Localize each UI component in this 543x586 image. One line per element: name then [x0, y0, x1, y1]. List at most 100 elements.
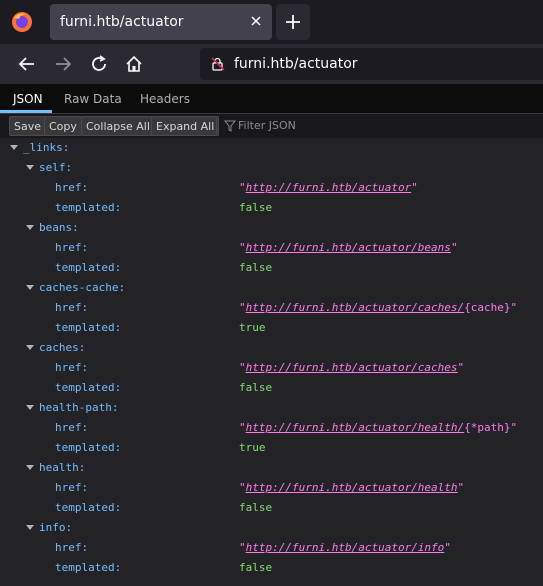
save-button[interactable]: Save: [9, 116, 47, 136]
tree-row-object[interactable]: self:: [0, 158, 543, 178]
json-key: href:: [55, 181, 89, 194]
json-string-value: "http://furni.htb/actuator/health": [239, 481, 465, 494]
tree-row-href[interactable]: href: "http://furni.htb/actuator/health": [0, 478, 543, 498]
reload-icon[interactable]: [88, 53, 110, 75]
expand-all-button[interactable]: Expand All: [151, 116, 220, 136]
json-string-value: "http://furni.htb/actuator/caches/{cache…: [239, 301, 518, 314]
expand-toggle-icon[interactable]: [26, 405, 34, 410]
url-text: furni.htb/actuator: [234, 56, 358, 72]
browser-tab-active[interactable]: furni.htb/actuator: [50, 4, 272, 40]
json-key: templated:: [55, 261, 122, 274]
viewer-tabs: JSON Raw Data Headers: [0, 85, 543, 114]
url-bar[interactable]: furni.htb/actuator: [200, 48, 543, 80]
json-boolean-value: false: [239, 501, 273, 514]
json-string-value: "http://furni.htb/actuator": [239, 181, 418, 194]
tree-row-templated[interactable]: templated: false: [0, 558, 543, 578]
tree-row-object[interactable]: beans:: [0, 218, 543, 238]
tree-row-templated[interactable]: templated: false: [0, 198, 543, 218]
json-boolean-value: false: [239, 201, 273, 214]
filter-json-input[interactable]: Filter JSON: [238, 119, 296, 132]
collapse-all-button[interactable]: Collapse All: [81, 116, 155, 136]
tab-headers[interactable]: Headers: [140, 92, 190, 106]
tree-row-href[interactable]: href: "http://furni.htb/actuator/info": [0, 538, 543, 558]
json-key: health-path:: [39, 401, 119, 414]
insecure-lock-icon[interactable]: [210, 56, 226, 72]
tree-row-object[interactable]: info:: [0, 518, 543, 538]
json-toolbar: Save Copy Collapse All Expand All Filter…: [0, 114, 543, 139]
tab-raw-data[interactable]: Raw Data: [64, 92, 122, 106]
close-icon[interactable]: [248, 13, 264, 29]
json-key: templated:: [55, 381, 122, 394]
json-boolean-value: false: [239, 261, 273, 274]
tree-row-href[interactable]: href: "http://furni.htb/actuator/health/…: [0, 418, 543, 438]
json-key: templated:: [55, 561, 122, 574]
href-link[interactable]: http://furni.htb/actuator/info: [246, 541, 445, 554]
json-boolean-value: false: [239, 381, 273, 394]
href-link[interactable]: http://furni.htb/actuator: [246, 181, 412, 194]
tree-row-object[interactable]: caches:: [0, 338, 543, 358]
json-tree: _links: self: href: "http://furni.htb/ac…: [0, 138, 543, 586]
json-key: href:: [55, 301, 89, 314]
tree-row-templated[interactable]: templated: false: [0, 498, 543, 518]
navigation-toolbar: furni.htb/actuator: [0, 44, 543, 85]
expand-toggle-icon[interactable]: [26, 165, 34, 170]
expand-toggle-icon[interactable]: [26, 525, 34, 530]
new-tab-button[interactable]: [276, 4, 310, 40]
json-key: caches:: [39, 341, 86, 354]
json-key: href:: [55, 241, 89, 254]
href-link[interactable]: http://furni.htb/actuator/health: [246, 481, 458, 494]
json-key: beans:: [39, 221, 79, 234]
json-string-value: "http://furni.htb/actuator/beans": [239, 241, 458, 254]
json-key: templated:: [55, 441, 122, 454]
json-key: info:: [39, 521, 73, 534]
json-key: health:: [39, 461, 86, 474]
tree-row-href[interactable]: href: "http://furni.htb/actuator": [0, 178, 543, 198]
plus-icon: [286, 15, 300, 29]
tree-row-href[interactable]: href: "http://furni.htb/actuator/caches": [0, 358, 543, 378]
home-icon[interactable]: [123, 53, 145, 75]
href-suffix: {cache}: [464, 301, 511, 314]
json-key: templated:: [55, 501, 122, 514]
expand-toggle-icon[interactable]: [26, 345, 34, 350]
tab-json[interactable]: JSON: [13, 92, 43, 106]
json-boolean-value: true: [239, 321, 266, 334]
href-link[interactable]: http://furni.htb/actuator/beans: [246, 241, 451, 254]
href-suffix: {*path}: [464, 421, 511, 434]
tab-title: furni.htb/actuator: [60, 14, 184, 30]
tree-row-templated[interactable]: templated: true: [0, 318, 543, 338]
tree-row-root[interactable]: _links:: [0, 138, 543, 158]
href-link[interactable]: http://furni.htb/actuator/health/: [246, 421, 465, 434]
expand-toggle-icon[interactable]: [26, 285, 34, 290]
tree-row-templated[interactable]: templated: true: [0, 438, 543, 458]
tree-row-object[interactable]: caches-cache:: [0, 278, 543, 298]
href-link[interactable]: http://furni.htb/actuator/caches: [246, 361, 458, 374]
json-boolean-value: true: [239, 441, 266, 454]
forward-arrow-icon[interactable]: [52, 53, 74, 75]
json-key: href:: [55, 481, 89, 494]
json-key: self:: [39, 161, 73, 174]
json-boolean-value: false: [239, 561, 273, 574]
tree-row-href[interactable]: href: "http://furni.htb/actuator/caches/…: [0, 298, 543, 318]
firefox-logo-icon[interactable]: [10, 10, 34, 34]
expand-toggle-icon[interactable]: [10, 145, 18, 150]
json-key: caches-cache:: [39, 281, 126, 294]
json-key: href:: [55, 361, 89, 374]
tree-row-object[interactable]: health-path:: [0, 398, 543, 418]
expand-toggle-icon[interactable]: [26, 225, 34, 230]
filter-icon: [224, 120, 236, 132]
tree-row-href[interactable]: href: "http://furni.htb/actuator/beans": [0, 238, 543, 258]
href-link[interactable]: http://furni.htb/actuator/caches/: [246, 301, 465, 314]
toolbar-separator: [216, 118, 217, 134]
tree-row-templated[interactable]: templated: false: [0, 258, 543, 278]
active-tab-indicator: [0, 110, 52, 113]
tree-row-object[interactable]: health:: [0, 458, 543, 478]
json-string-value: "http://furni.htb/actuator/health/{*path…: [239, 421, 518, 434]
tree-row-templated[interactable]: templated: false: [0, 378, 543, 398]
json-key: href:: [55, 421, 89, 434]
json-string-value: "http://furni.htb/actuator/caches": [239, 361, 465, 374]
json-key: _links:: [23, 141, 70, 154]
expand-toggle-icon[interactable]: [26, 465, 34, 470]
json-string-value: "http://furni.htb/actuator/info": [239, 541, 451, 554]
back-arrow-icon[interactable]: [16, 53, 38, 75]
copy-button[interactable]: Copy: [44, 116, 82, 136]
